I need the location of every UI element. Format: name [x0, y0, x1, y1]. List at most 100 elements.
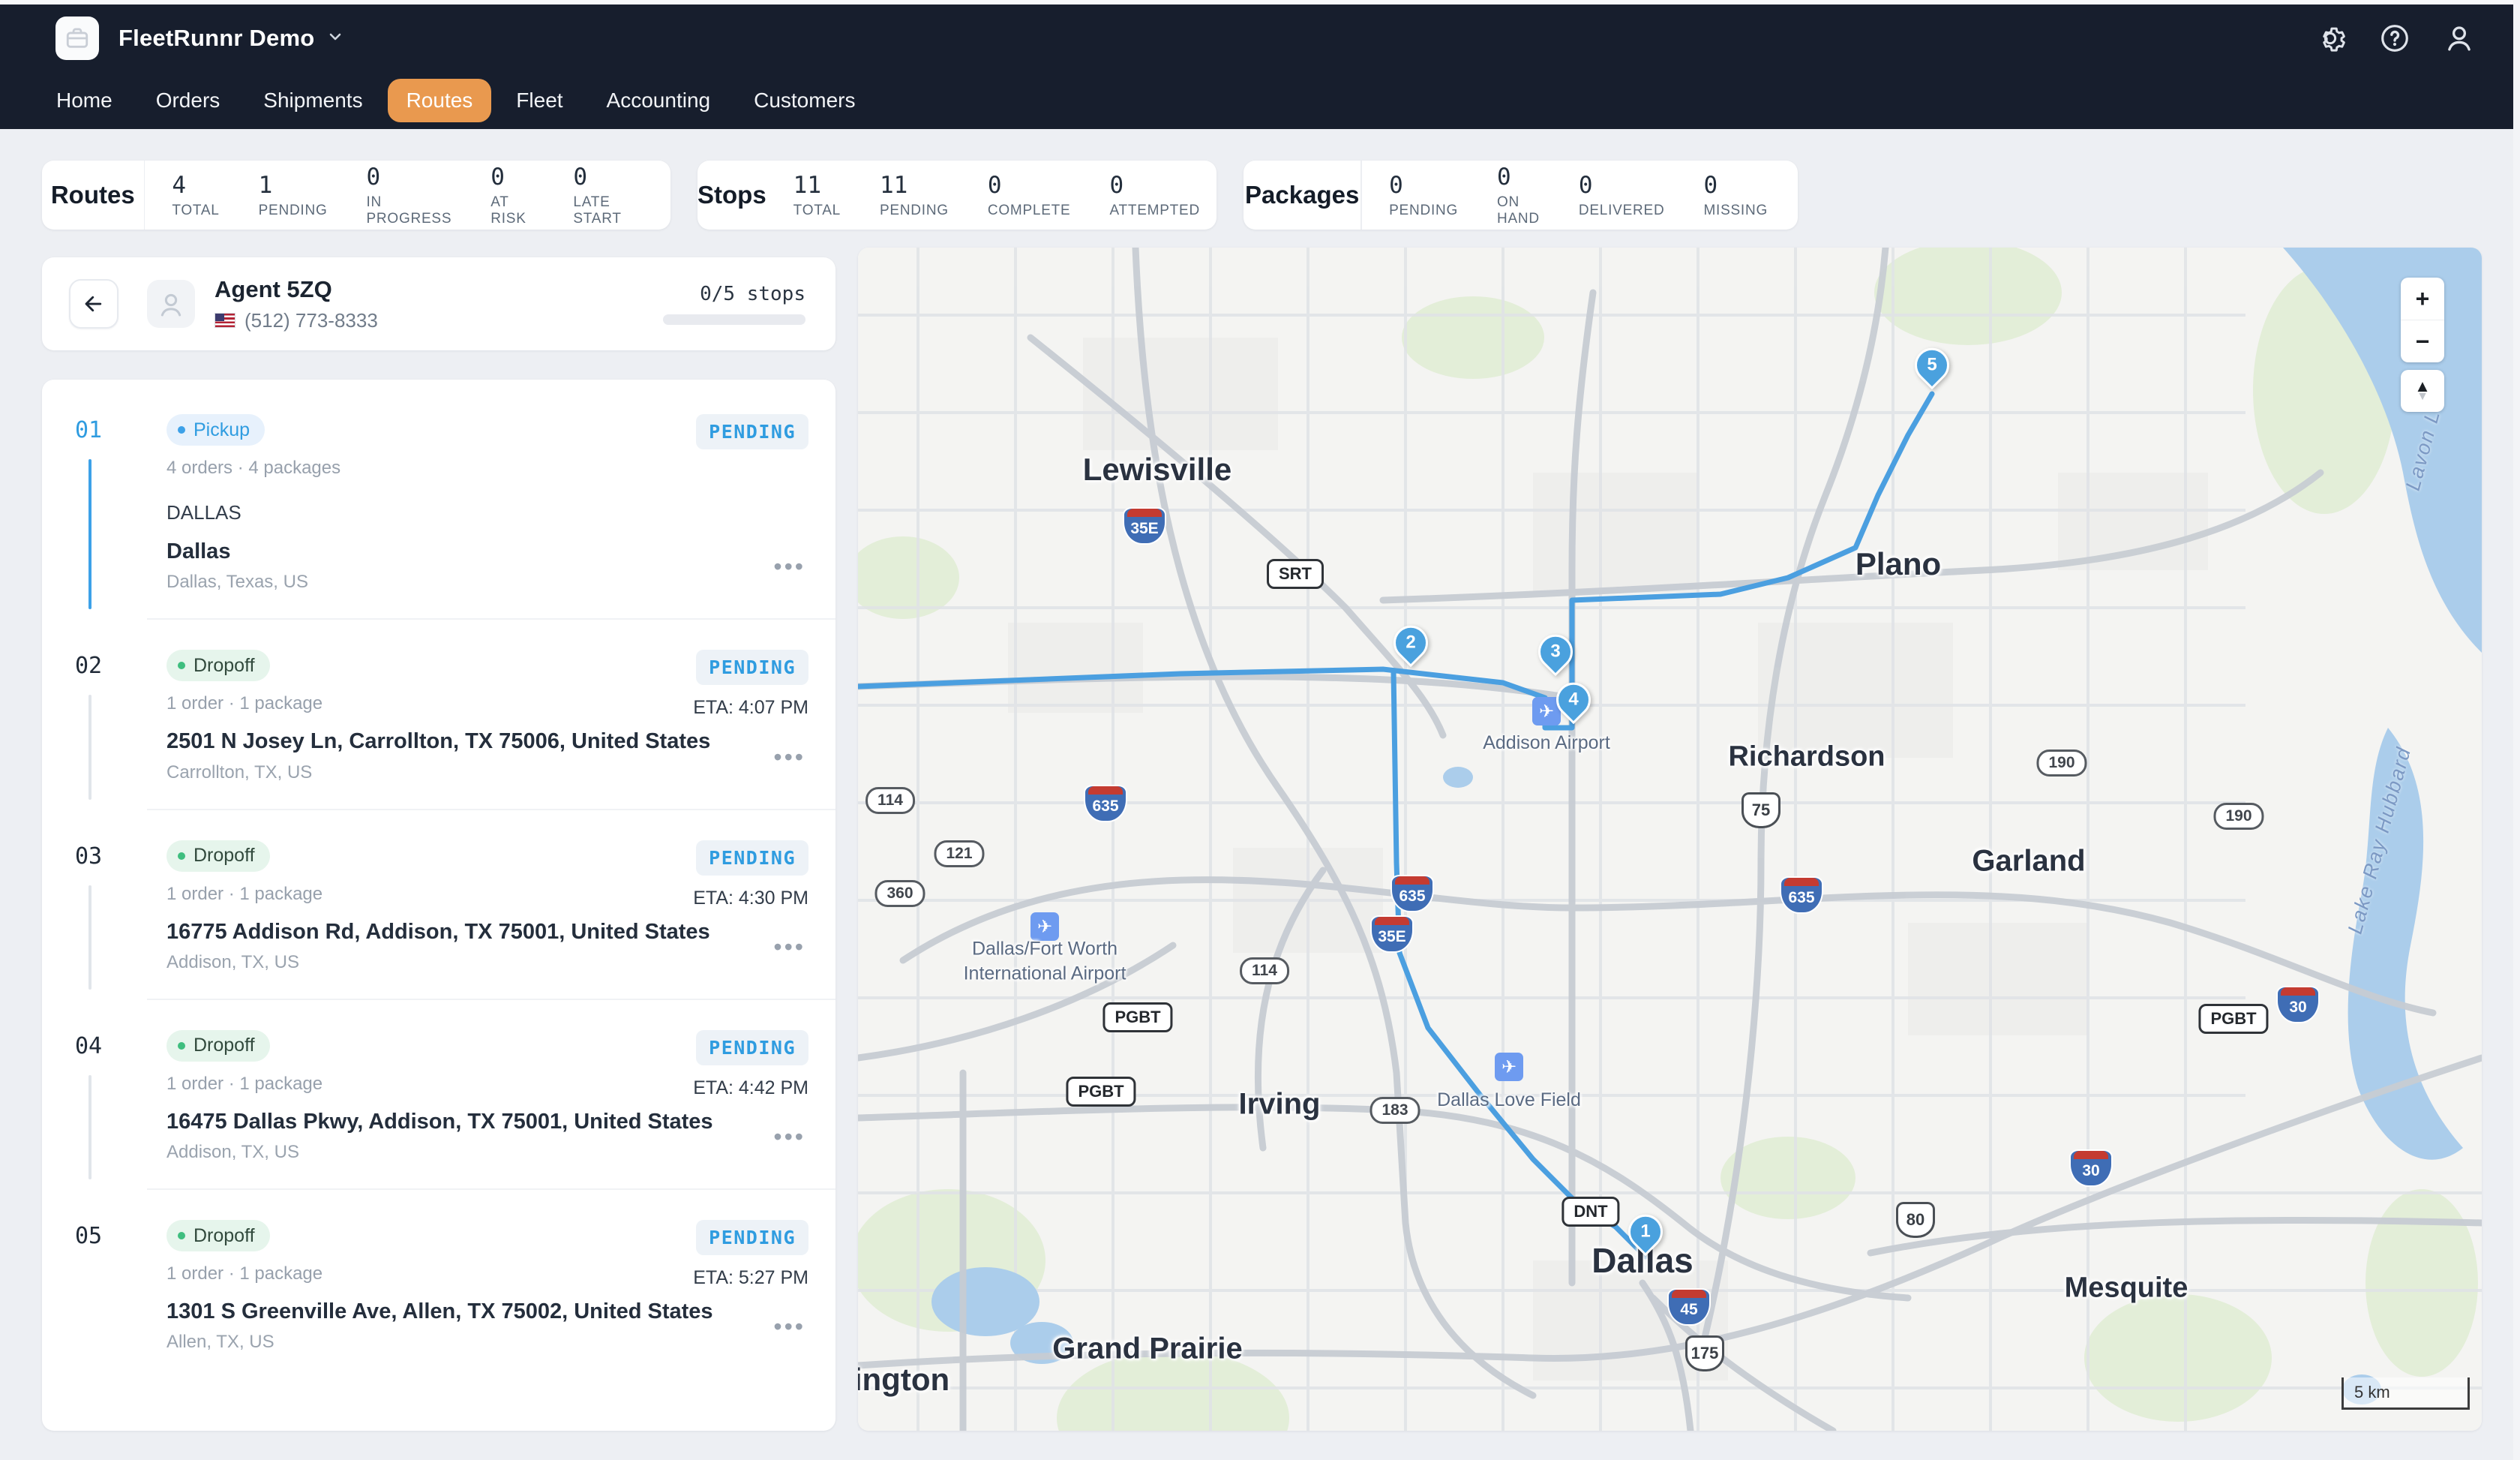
- nav-tab-shipments[interactable]: Shipments: [244, 79, 381, 122]
- nav-tab-fleet[interactable]: Fleet: [497, 79, 581, 122]
- city-label-garland: Garland: [1972, 845, 2085, 879]
- user-icon[interactable]: [2442, 21, 2476, 56]
- stop-address: 1301 S Greenville Ave, Allen, TX 75002, …: [166, 1298, 782, 1325]
- help-icon[interactable]: [2378, 21, 2412, 56]
- nav-tab-routes[interactable]: Routes: [388, 79, 492, 122]
- pin-number: 3: [1538, 635, 1573, 669]
- status-dot-icon: [178, 852, 185, 860]
- stats-card-packages: Packages0PENDING0ON HAND0DELIVERED0MISSI…: [1244, 161, 1798, 230]
- stop-type-label: Dropoff: [194, 845, 255, 867]
- stop-row-05[interactable]: 05Dropoff1 order · 1 package1301 S Green…: [42, 1190, 836, 1380]
- stop-marker-2[interactable]: 2: [1392, 624, 1430, 671]
- stop-status: PENDINGETA: 4:07 PM: [693, 650, 808, 719]
- stop-row-04[interactable]: 04Dropoff1 order · 1 package16475 Dallas…: [42, 1000, 836, 1190]
- stop-row-03[interactable]: 03Dropoff1 order · 1 package16775 Addiso…: [42, 810, 836, 1000]
- stop-city: Carrollton, TX, US: [166, 762, 808, 783]
- nav-tab-home[interactable]: Home: [38, 79, 131, 122]
- stop-number: 05: [75, 1223, 102, 1249]
- pin-number: 1: [1628, 1215, 1663, 1249]
- stop-menu-icon[interactable]: •••: [773, 1123, 806, 1151]
- pin-number: 5: [1915, 348, 1949, 383]
- stop-row-01[interactable]: 01Pickup4 orders · 4 packagesDALLASDalla…: [42, 384, 836, 620]
- metric-in-progress: 0IN PROGRESS: [367, 164, 452, 227]
- metric-label: ATTEMPTED: [1109, 203, 1200, 219]
- compass-button[interactable]: ▲ ▼: [2401, 370, 2444, 412]
- stop-marker-5[interactable]: 5: [1913, 347, 1951, 393]
- stop-marker-3[interactable]: 3: [1537, 633, 1574, 680]
- stop-eta: ETA: 4:30 PM: [693, 888, 808, 909]
- metric-complete: 0COMPLETE: [988, 172, 1071, 219]
- avatar: [147, 280, 195, 328]
- metric-value: 0: [573, 164, 640, 191]
- metric-value: 11: [794, 172, 841, 199]
- metric-pending: 11PENDING: [880, 172, 949, 219]
- back-button[interactable]: [69, 279, 118, 329]
- metric-label: LATE START: [573, 194, 640, 227]
- stop-number: 01: [75, 417, 102, 443]
- stop-menu-icon[interactable]: •••: [773, 744, 806, 771]
- metric-delivered: 0DELIVERED: [1579, 172, 1665, 219]
- stats-card-title: Stops: [698, 161, 766, 230]
- status-dot-icon: [178, 1042, 185, 1050]
- main-nav: HomeOrdersShipmentsRoutesFleetAccounting…: [0, 72, 2520, 129]
- metric-on-hand: 0ON HAND: [1497, 164, 1540, 227]
- metric-value: 0: [1389, 172, 1458, 199]
- status-dot-icon: [178, 1232, 185, 1239]
- city-label-lewisville: Lewisville: [1083, 452, 1232, 488]
- stop-marker-4[interactable]: 4: [1555, 681, 1592, 728]
- metric-late-start: 0 LATE START: [573, 164, 640, 227]
- chevron-down-icon[interactable]: [326, 28, 344, 50]
- stop-menu-icon[interactable]: •••: [773, 1313, 806, 1341]
- city-label-richardson: Richardson: [1728, 741, 1885, 774]
- metric-label: DELIVERED: [1579, 203, 1665, 219]
- stop-timeline: [88, 695, 92, 799]
- pin-number: 4: [1556, 683, 1591, 717]
- metric-label: ON HAND: [1497, 194, 1540, 227]
- metric-total: 4TOTAL: [172, 172, 219, 219]
- stop-type-badge: Dropoff: [166, 650, 270, 681]
- stop-number: 02: [75, 653, 102, 679]
- stop-number: 04: [75, 1033, 102, 1059]
- stop-type-badge: Dropoff: [166, 840, 270, 872]
- stop-city: Dallas, Texas, US: [166, 572, 808, 593]
- stop-row-02[interactable]: 02Dropoff1 order · 1 package2501 N Josey…: [42, 620, 836, 810]
- metric-pending: 0PENDING: [1389, 172, 1458, 219]
- stop-type-badge: Dropoff: [166, 1220, 270, 1251]
- stop-type-label: Dropoff: [194, 655, 255, 677]
- highway-shield-pgbt: PGBT: [2198, 1004, 2268, 1034]
- stop-address: 2501 N Josey Ln, Carrollton, TX 75006, U…: [166, 728, 782, 755]
- us-flag-icon: [214, 313, 236, 328]
- zoom-in-button[interactable]: +: [2401, 278, 2444, 320]
- stop-marker-1[interactable]: 1: [1627, 1213, 1664, 1260]
- stats-card-title: Packages: [1244, 161, 1360, 230]
- stop-menu-icon[interactable]: •••: [773, 553, 806, 581]
- metric-missing: 0MISSING: [1703, 172, 1768, 219]
- city-label-mesquite: Mesquite: [2065, 1272, 2188, 1305]
- highway-shield-dnt: DNT: [1562, 1197, 1619, 1227]
- app-header: FleetRunnr Demo HomeOrdersShipmentsRoute…: [0, 5, 2520, 129]
- highway-shield-183: 183: [1370, 1097, 1420, 1124]
- stop-menu-icon[interactable]: •••: [773, 933, 806, 961]
- metric-total: 11TOTAL: [794, 172, 841, 219]
- nav-tab-customers[interactable]: Customers: [735, 79, 874, 122]
- city-label-grand-prairie: Grand Prairie: [1052, 1332, 1242, 1366]
- stop-status: PENDING: [696, 414, 808, 449]
- org-name[interactable]: FleetRunnr Demo: [118, 25, 314, 52]
- stop-status: PENDINGETA: 5:27 PM: [693, 1220, 808, 1289]
- highway-shield-190: 190: [2036, 750, 2086, 777]
- highway-shield-114: 114: [1240, 957, 1289, 984]
- stats-card-title: Routes: [42, 161, 144, 230]
- scrollbar-track[interactable]: [2513, 0, 2520, 1460]
- app-logo[interactable]: [56, 17, 99, 60]
- settings-gear-icon[interactable]: [2313, 21, 2348, 56]
- nav-tab-accounting[interactable]: Accounting: [588, 79, 730, 122]
- highway-shield-360: 360: [874, 880, 925, 907]
- map-controls: + − ▲ ▼: [2401, 278, 2444, 419]
- zoom-out-button[interactable]: −: [2401, 320, 2444, 362]
- nav-tab-orders[interactable]: Orders: [137, 79, 239, 122]
- highway-shield-75: 75: [1742, 792, 1780, 828]
- metric-value: 0: [988, 172, 1071, 199]
- stop-address: 16475 Dallas Pkwy, Addison, TX 75001, Un…: [166, 1108, 782, 1135]
- stop-type-label: Pickup: [194, 419, 250, 441]
- map-canvas[interactable]: 35ESRT11463512136063535E114PGBTPGBT18375…: [858, 248, 2482, 1431]
